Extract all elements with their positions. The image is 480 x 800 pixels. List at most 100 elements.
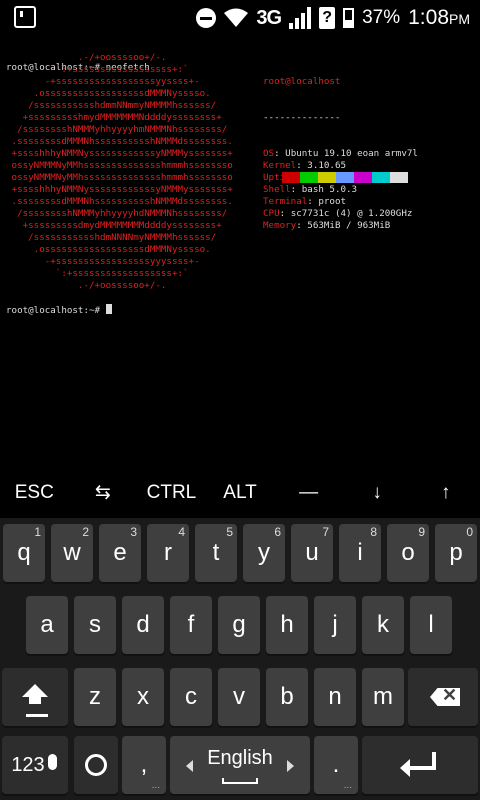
key-y[interactable]: y6 <box>243 524 285 582</box>
key-hint: 0 <box>466 525 473 539</box>
key-label: c <box>185 683 197 710</box>
key-label: b <box>280 683 294 710</box>
ubuntu-ascii-logo: .-/+oossssoo+/-. `:+ssssssssssssssssss+:… <box>6 52 233 292</box>
network-type: 3G <box>256 6 282 29</box>
key-hint: 4 <box>178 525 185 539</box>
key-o[interactable]: o9 <box>387 524 429 582</box>
key-r[interactable]: r4 <box>147 524 189 582</box>
battery-icon <box>343 8 355 28</box>
key-label: h <box>280 611 294 638</box>
info-line: Terminal: proot <box>263 196 347 207</box>
key-l[interactable]: l <box>410 596 452 654</box>
key-s[interactable]: s <box>74 596 116 654</box>
info-line: Kernel: 3.10.65 <box>263 160 347 171</box>
numbers-key[interactable]: 123 <box>2 736 68 794</box>
logo-line: +ssssssssshmydMMMMMMMNddddyssssssss+ <box>6 112 222 123</box>
key-w[interactable]: w2 <box>51 524 93 582</box>
alt-key[interactable]: ALT <box>206 470 275 516</box>
info-value: Ubuntu 19.10 eoan armv7l <box>285 148 418 159</box>
numbers-label: 123 <box>11 754 45 776</box>
logo-line: +sssssssssdmydMMMMMMMMddddyssssssss+ <box>6 220 222 231</box>
key-p[interactable]: p0 <box>435 524 477 582</box>
key-z[interactable]: z <box>74 668 116 726</box>
mic-icon <box>48 754 57 770</box>
logo-line: /ssssssssssshdmmNNmmyNMMMMhssssss/ <box>6 100 217 111</box>
color-palette <box>282 172 408 183</box>
key-hint: 8 <box>370 525 377 539</box>
space-key[interactable]: English <box>170 736 310 794</box>
logo-line: .ssssssssdMMMNhsssssssssshNMMMdssssssss. <box>6 136 233 147</box>
esc-key[interactable]: ESC <box>0 470 69 516</box>
info-value: sc7731c (4) @ 1.200GHz <box>290 208 413 219</box>
info-value: proot <box>318 196 347 207</box>
logo-line: /sssssssshNMMMyhhyyyyhdNMMMNhssssssss/ <box>6 208 228 219</box>
logo-line: .-/+oossssoo+/-. <box>6 280 167 291</box>
shift-icon <box>22 684 48 704</box>
info-value: bash 5.0.3 <box>301 184 358 195</box>
terminal-output[interactable]: root@localhost:~# neofetch .-/+oossssoo+… <box>6 38 476 478</box>
logo-line: +sssshhhyNMMNyssssssssssssyNMMMysssssss+ <box>6 148 233 159</box>
logo-line: `:+ssssssssssssssssss+:` <box>6 268 189 279</box>
key-label: v <box>233 683 245 710</box>
logo-line: .ossssssssssssssssssdMMMNysssso. <box>6 88 211 99</box>
info-line: Shell: bash 5.0.3 <box>263 184 358 195</box>
color-swatch <box>390 172 408 183</box>
key-e[interactable]: e3 <box>99 524 141 582</box>
key-label: j <box>332 611 338 638</box>
key-i[interactable]: i8 <box>339 524 381 582</box>
key-a[interactable]: a <box>26 596 68 654</box>
info-key: Kernel <box>263 160 297 171</box>
arrow-up-key[interactable]: ↑ <box>411 470 480 516</box>
key-f[interactable]: f <box>170 596 212 654</box>
color-swatch <box>318 172 336 183</box>
key-q[interactable]: q1 <box>3 524 45 582</box>
ctrl-key[interactable]: CTRL <box>137 470 206 516</box>
key-u[interactable]: u7 <box>291 524 333 582</box>
key-label: l <box>428 611 434 638</box>
logo-line: `:+ssssssssssssssssss+:` <box>6 64 189 75</box>
dash-key[interactable]: — <box>274 470 343 516</box>
settings-key[interactable] <box>74 736 118 794</box>
key-c[interactable]: c <box>170 668 212 726</box>
key-j[interactable]: j <box>314 596 356 654</box>
key-t[interactable]: t5 <box>195 524 237 582</box>
prompt-line[interactable]: root@localhost:~# <box>6 304 112 317</box>
info-key: Shell <box>263 184 291 195</box>
settings-icon <box>85 754 107 776</box>
comma-key[interactable]: ,... <box>122 736 166 794</box>
key-label: g <box>232 611 246 638</box>
key-label: x <box>137 683 149 710</box>
unknown-notification-icon: ? <box>319 7 336 29</box>
key-k[interactable]: k <box>362 596 404 654</box>
key-m[interactable]: m <box>362 668 404 726</box>
backspace-key[interactable]: ✕ <box>408 668 478 726</box>
key-x[interactable]: x <box>122 668 164 726</box>
tab-key[interactable]: ⇆ <box>69 470 138 516</box>
key-hint: 2 <box>82 525 89 539</box>
key-label: d <box>136 611 150 638</box>
key-label: z <box>89 683 101 710</box>
key-b[interactable]: b <box>266 668 308 726</box>
info-value: 563MiB / 963MiB <box>307 220 391 231</box>
info-key: Memory <box>263 220 297 231</box>
key-d[interactable]: d <box>122 596 164 654</box>
enter-key[interactable] <box>362 736 478 794</box>
info-line: CPU: sc7731c (4) @ 1.200GHz <box>263 208 413 219</box>
sim-card-icon <box>14 6 36 28</box>
key-v[interactable]: v <box>218 668 260 726</box>
key-g[interactable]: g <box>218 596 260 654</box>
wifi-icon <box>224 8 249 28</box>
clock: 1:08PM <box>408 6 470 29</box>
text-cursor <box>105 304 112 314</box>
key-hint: 3 <box>130 525 137 539</box>
key-n[interactable]: n <box>314 668 356 726</box>
logo-line: .ssssssssdMMMNhsssssssssshNMMMdssssssss. <box>6 196 233 207</box>
period-key[interactable]: .... <box>314 736 358 794</box>
arrow-down-key[interactable]: ↓ <box>343 470 412 516</box>
key-label: m <box>373 683 393 710</box>
soft-keyboard: ✕ 123 ,... English .... q1w2e3r4t5y6u7i8… <box>0 518 480 800</box>
shift-key[interactable] <box>2 668 68 726</box>
key-h[interactable]: h <box>266 596 308 654</box>
enter-icon <box>400 752 436 777</box>
logo-line: ossyNMMMNyMMhsssssssssssssshmmmhssssssso <box>6 160 233 171</box>
